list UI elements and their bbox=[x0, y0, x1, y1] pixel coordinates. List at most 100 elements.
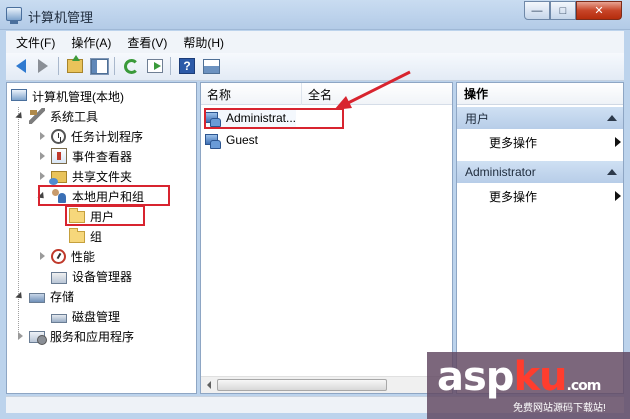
scrollbar-thumb[interactable] bbox=[217, 379, 387, 391]
tree-node-storage[interactable]: 存储 bbox=[15, 286, 74, 306]
tree-label: 服务和应用程序 bbox=[50, 329, 135, 344]
watermark: aspku.com 免费网站源码下载站! bbox=[427, 352, 630, 419]
highlight-box-users bbox=[65, 205, 145, 226]
performance-icon bbox=[51, 248, 66, 264]
submenu-arrow-icon bbox=[615, 137, 621, 147]
computer-icon bbox=[11, 89, 27, 101]
highlight-box-administrator bbox=[204, 108, 344, 129]
storage-icon bbox=[29, 292, 45, 303]
actions-title: 操作 bbox=[457, 83, 623, 105]
user-name: Guest bbox=[226, 133, 259, 147]
column-header-name[interactable]: 名称 bbox=[201, 83, 302, 105]
toolbar: ? bbox=[6, 53, 624, 81]
list-header: 名称 全名 bbox=[201, 83, 452, 105]
system-tools-icon bbox=[29, 108, 45, 124]
actions-pane: 操作 用户 更多操作 Administrator 更多操作 bbox=[456, 82, 624, 394]
expand-collapse-icon[interactable] bbox=[15, 291, 25, 301]
action-label: 更多操作 bbox=[489, 189, 538, 204]
more-actions-administrator[interactable]: 更多操作 bbox=[489, 186, 621, 206]
tree-label: 组 bbox=[90, 229, 103, 244]
tree-label: 性能 bbox=[71, 249, 96, 264]
show-hide-console-tree-button[interactable] bbox=[88, 56, 110, 76]
expand-icon[interactable] bbox=[37, 171, 47, 181]
view-icon bbox=[202, 58, 220, 74]
expand-collapse-icon[interactable] bbox=[15, 111, 25, 121]
refresh-button[interactable] bbox=[120, 56, 142, 76]
help-button[interactable]: ? bbox=[176, 56, 198, 76]
event-viewer-icon bbox=[51, 148, 67, 164]
tree-node-services-apps[interactable]: 服务和应用程序 bbox=[15, 326, 134, 346]
tree-label: 共享文件夹 bbox=[72, 169, 133, 184]
tree-node-shared-folders[interactable]: 共享文件夹 bbox=[37, 166, 132, 186]
back-icon bbox=[16, 59, 26, 73]
action-label: 更多操作 bbox=[489, 135, 538, 150]
tree-node-system-tools[interactable]: 系统工具 bbox=[15, 106, 98, 126]
tree-node-device-manager[interactable]: 设备管理器 bbox=[51, 266, 132, 286]
section-header-label: Administrator bbox=[465, 165, 536, 179]
shared-folder-icon bbox=[49, 171, 67, 185]
section-header-label: 用户 bbox=[465, 111, 490, 126]
menu-action[interactable]: 操作(A) bbox=[61, 34, 117, 51]
actions-section-administrator[interactable]: Administrator bbox=[457, 161, 623, 183]
expand-icon[interactable] bbox=[37, 251, 47, 261]
scroll-left-icon[interactable] bbox=[202, 379, 216, 391]
tree-label: 任务计划程序 bbox=[71, 129, 144, 144]
tree-node-root[interactable]: 计算机管理(本地) bbox=[11, 86, 124, 106]
computer-management-icon bbox=[6, 7, 22, 24]
user-list-pane: 名称 全名 Administrat... Guest bbox=[200, 82, 453, 394]
services-apps-icon bbox=[29, 331, 47, 345]
forward-button[interactable] bbox=[32, 56, 54, 76]
toolbar-separator bbox=[114, 57, 115, 75]
tree-node-groups[interactable]: 组 bbox=[69, 226, 102, 246]
collapse-up-icon[interactable] bbox=[607, 169, 617, 175]
logo-main: asp bbox=[437, 354, 514, 400]
tree-label: 计算机管理(本地) bbox=[32, 89, 124, 104]
tree-label: 设备管理器 bbox=[72, 269, 133, 284]
close-button[interactable]: ✕ bbox=[576, 1, 622, 20]
maximize-button[interactable]: □ bbox=[550, 1, 576, 20]
menu-help[interactable]: 帮助(H) bbox=[173, 34, 230, 51]
collapse-up-icon[interactable] bbox=[607, 115, 617, 121]
tree-label: 事件查看器 bbox=[72, 149, 133, 164]
more-actions-users[interactable]: 更多操作 bbox=[489, 132, 621, 152]
expand-icon[interactable] bbox=[15, 331, 25, 341]
folder-icon bbox=[69, 228, 85, 243]
highlight-box-local-users bbox=[38, 185, 170, 206]
toolbar-separator bbox=[58, 57, 59, 75]
column-header-fullname[interactable]: 全名 bbox=[302, 83, 452, 105]
window-title: 计算机管理 bbox=[28, 10, 94, 25]
help-icon: ? bbox=[179, 58, 195, 74]
logo-accent: ku bbox=[513, 354, 567, 400]
back-button[interactable] bbox=[10, 56, 32, 76]
horizontal-scrollbar[interactable] bbox=[201, 376, 452, 393]
tree-node-disk-management[interactable]: 磁盘管理 bbox=[51, 306, 120, 326]
disk-management-icon bbox=[51, 313, 67, 323]
tree-label: 存储 bbox=[50, 289, 75, 304]
watermark-logo: aspku.com bbox=[437, 354, 602, 400]
user-icon bbox=[205, 132, 221, 149]
tree-node-performance[interactable]: 性能 bbox=[37, 246, 95, 266]
show-hide-action-pane-button[interactable] bbox=[200, 56, 222, 76]
tree-node-event-viewer[interactable]: 事件查看器 bbox=[37, 146, 132, 166]
tree-label: 磁盘管理 bbox=[72, 309, 121, 324]
up-one-level-button[interactable] bbox=[64, 55, 86, 76]
refresh-icon bbox=[123, 58, 139, 74]
logo-suffix: .com bbox=[566, 378, 602, 394]
actions-section-users[interactable]: 用户 bbox=[457, 107, 623, 129]
expand-icon[interactable] bbox=[37, 131, 47, 141]
menu-file[interactable]: 文件(F) bbox=[6, 34, 61, 51]
device-manager-icon bbox=[51, 271, 67, 284]
expand-icon[interactable] bbox=[37, 151, 47, 161]
tree-label: 系统工具 bbox=[50, 109, 99, 124]
task-scheduler-icon bbox=[51, 128, 66, 144]
console-tree: 计算机管理(本地) 系统工具 任务计划程序 事件查看器 共享文件夹 本地用户和组… bbox=[6, 82, 197, 394]
up-folder-icon bbox=[67, 55, 83, 73]
user-row-guest[interactable]: Guest bbox=[205, 131, 258, 149]
menu-view[interactable]: 查看(V) bbox=[117, 34, 173, 51]
tree-node-task-scheduler[interactable]: 任务计划程序 bbox=[37, 126, 143, 146]
submenu-arrow-icon bbox=[615, 191, 621, 201]
watermark-caption: 免费网站源码下载站! bbox=[513, 403, 606, 414]
show-hide-tree-icon bbox=[89, 57, 109, 75]
export-list-button[interactable] bbox=[144, 56, 166, 76]
minimize-button[interactable]: — bbox=[524, 1, 550, 20]
